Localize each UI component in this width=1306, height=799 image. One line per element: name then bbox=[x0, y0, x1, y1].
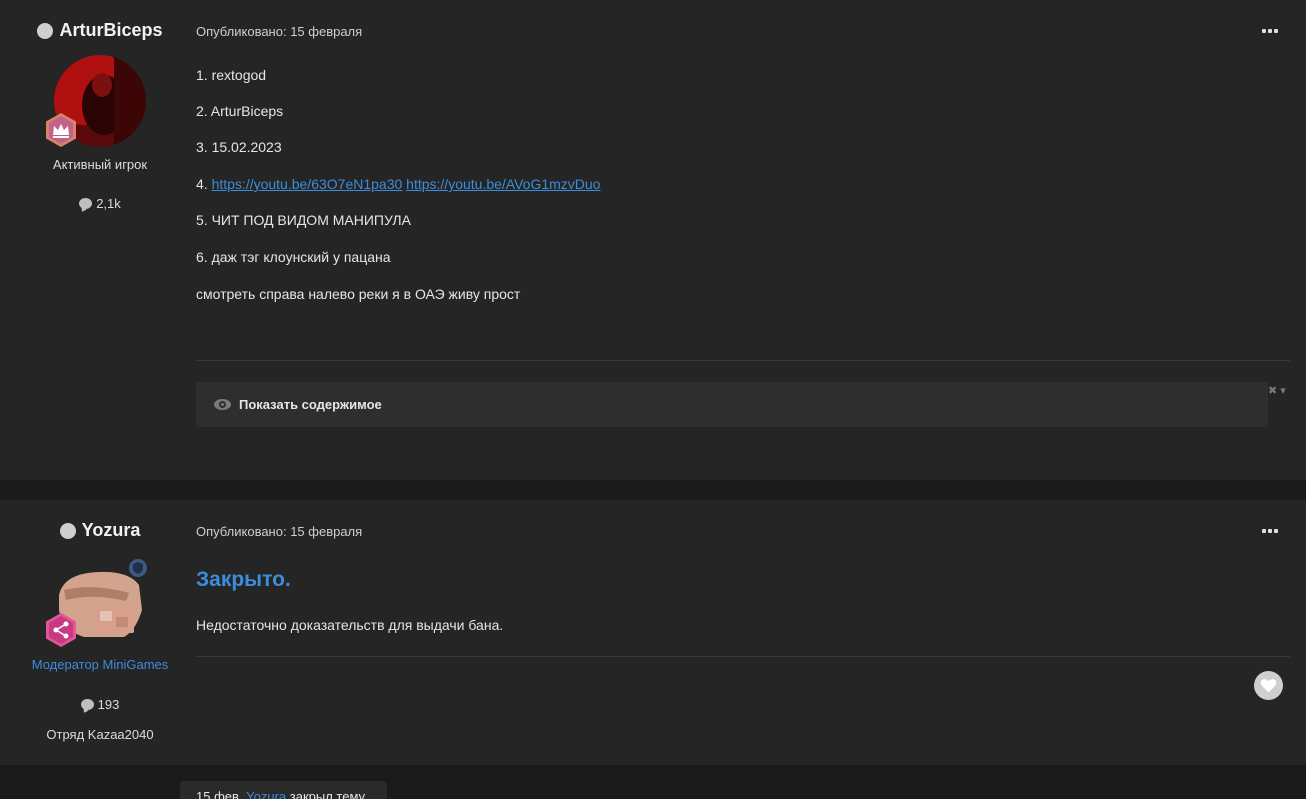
post-count: 2,1k bbox=[0, 196, 200, 211]
author-name-label[interactable]: ArturBiceps bbox=[59, 20, 162, 41]
post-menu-icon[interactable] bbox=[1262, 29, 1278, 33]
author-rank-yozura[interactable]: Модератор MiniGames bbox=[0, 657, 200, 672]
author-name[interactable]: ArturBiceps bbox=[0, 20, 200, 41]
post-line-6: 6. даж тэг клоунский у пацана bbox=[196, 249, 391, 265]
comment-icon bbox=[79, 198, 93, 209]
post-line-2: 2. ArturBiceps bbox=[196, 103, 284, 119]
post-line-4-prefix: 4. bbox=[196, 176, 208, 192]
post-count-value: 193 bbox=[97, 697, 120, 712]
share-icon bbox=[46, 613, 76, 647]
post-body: Недостаточно доказательств для выдачи ба… bbox=[196, 617, 504, 633]
author-name[interactable]: Yozura bbox=[0, 520, 200, 541]
rank-badge bbox=[43, 112, 79, 148]
post-divider bbox=[196, 360, 1290, 361]
author-group: Отряд Kazaa2040 bbox=[46, 727, 154, 742]
rank-badge-yozura bbox=[43, 612, 79, 648]
offline-status-icon bbox=[59, 522, 76, 539]
post-line-3: 3. 15.02.2023 bbox=[196, 139, 282, 155]
post-count-yozura: 193 bbox=[0, 697, 200, 712]
event-action: закрыл тему bbox=[289, 789, 366, 799]
moderator-shield-icon bbox=[127, 557, 149, 579]
video-link-1[interactable]: https://youtu.be/63O7eN1pa30 bbox=[212, 176, 403, 192]
post-line-4: 4. https://youtu.be/63O7eN1pa30 https://… bbox=[196, 176, 600, 192]
eye-icon bbox=[214, 399, 231, 410]
crown-icon bbox=[46, 113, 76, 147]
event-user-link[interactable]: Yozura bbox=[246, 789, 286, 799]
video-link-2[interactable]: https://youtu.be/AVoG1mzvDuo bbox=[406, 176, 600, 192]
topic-event: 15 фев. Yozura закрыл тему bbox=[180, 781, 387, 799]
post-menu-icon-yozura[interactable] bbox=[1262, 529, 1278, 533]
post-date[interactable]: Опубликовано: 15 февраля bbox=[196, 24, 362, 39]
post-line-7: смотреть справа налево реки я в ОАЭ живу… bbox=[196, 286, 521, 302]
post-divider-yozura bbox=[196, 656, 1290, 657]
spoiler-label[interactable]: Показать содержимое bbox=[239, 397, 382, 412]
post-date-yozura[interactable]: Опубликовано: 15 февраля bbox=[196, 524, 362, 539]
post-line-1: 1. rextogod bbox=[196, 67, 267, 83]
author-name-label[interactable]: Yozura bbox=[82, 520, 141, 541]
comment-icon bbox=[80, 699, 94, 710]
post-heading: Закрыто. bbox=[196, 568, 291, 591]
heart-icon bbox=[1260, 679, 1277, 693]
post-arturbiceps: ArturBiceps Активный игрок 2,1k Опублико… bbox=[0, 0, 1306, 480]
spoiler-toggle[interactable]: Показать содержимое bbox=[196, 382, 1268, 427]
post-line-5: 5. ЧИТ ПОД ВИДОМ МАНИПУЛА bbox=[196, 212, 411, 228]
author-rank: Активный игрок bbox=[52, 157, 148, 172]
like-button[interactable] bbox=[1254, 671, 1283, 700]
event-date: 15 фев. bbox=[196, 789, 243, 799]
spoiler-controls[interactable]: ✖ ▾ bbox=[1268, 384, 1286, 397]
post-count-value: 2,1k bbox=[96, 196, 121, 211]
offline-status-icon bbox=[37, 22, 54, 39]
